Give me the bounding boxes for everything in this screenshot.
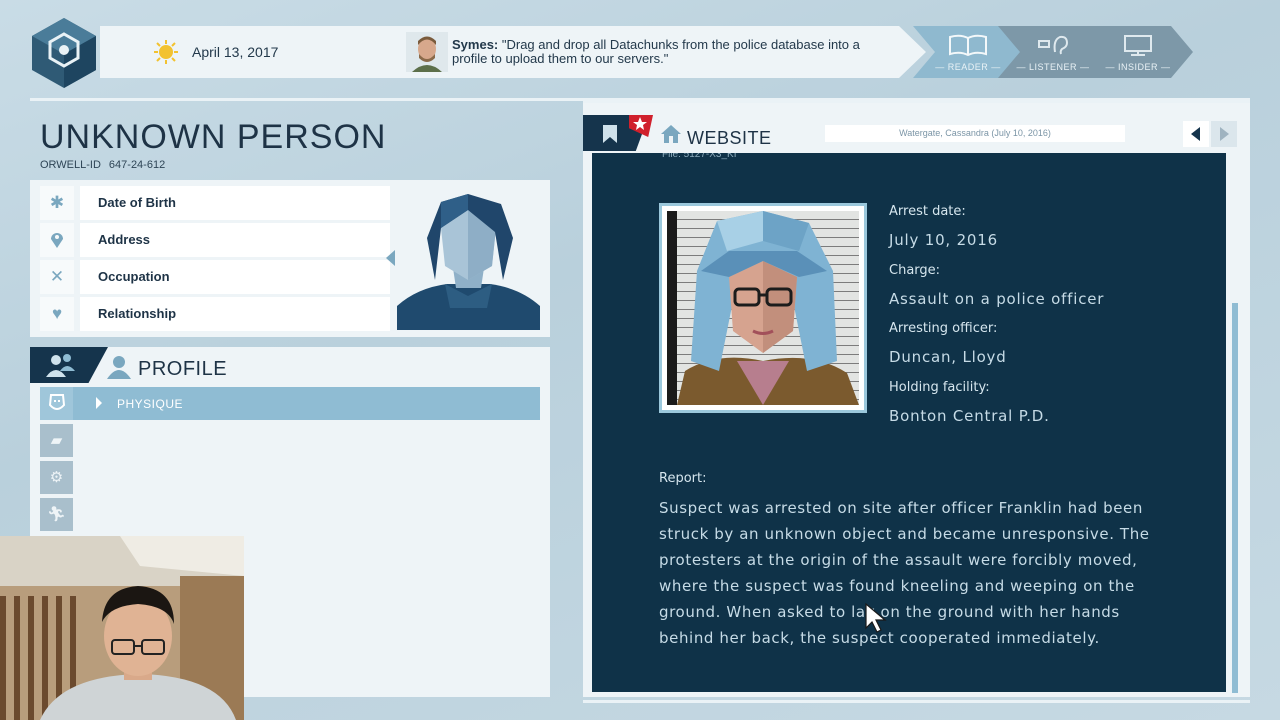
holding-facility-label: Holding facility:: [889, 380, 990, 395]
field-label: Relationship: [80, 297, 390, 331]
symes-avatar: [406, 32, 448, 72]
symes-message: Symes: "Drag and drop all Datachunks fro…: [452, 38, 892, 66]
website-panel: WEBSITE Watergate, Cassandra (July 10, 2…: [583, 103, 1250, 697]
orwell-id: ORWELL-ID 647-24-612: [40, 159, 165, 171]
website-title: WEBSITE: [687, 128, 772, 148]
report-line: struck by an unknown object and became u…: [659, 525, 1150, 543]
mugshot-photo[interactable]: [659, 203, 867, 413]
field-occupation[interactable]: ✕ Occupation: [40, 260, 390, 294]
report-line: protesters at the origin of the assault …: [659, 551, 1138, 569]
report-line: where the suspect was found kneeling and…: [659, 577, 1135, 595]
book-category-icon[interactable]: ▰: [40, 424, 73, 457]
message-text: "Drag and drop all Datachunks from the p…: [452, 37, 860, 66]
forward-arrow-icon: [1220, 127, 1229, 141]
map-pin-icon: [40, 223, 74, 257]
report-line: behind her back, the suspect cooperated …: [659, 629, 1100, 647]
divider: [583, 700, 1250, 703]
field-date-of-birth[interactable]: ✱ Date of Birth: [40, 186, 390, 220]
arrest-date-label: Arrest date:: [889, 204, 966, 219]
report-line: Suspect was arrested on site after offic…: [659, 499, 1143, 517]
back-button[interactable]: [1183, 121, 1209, 147]
person-name: UNKNOWN PERSON: [40, 118, 387, 156]
book-icon: [913, 34, 1023, 61]
arresting-officer-label: Arresting officer:: [889, 321, 998, 336]
field-address[interactable]: Address: [40, 223, 390, 257]
message-segment: Symes: "Drag and drop all Datachunks fro…: [386, 26, 926, 78]
mouse-cursor-icon: [864, 602, 890, 634]
report-text[interactable]: Suspect was arrested on site after offic…: [659, 495, 1179, 651]
profile-tab[interactable]: [30, 347, 108, 383]
message-speaker: Symes:: [452, 37, 499, 52]
asterisk-icon: ✱: [40, 186, 74, 220]
face-icon: [40, 387, 73, 420]
back-arrow-icon: [1191, 127, 1200, 141]
field-label: Date of Birth: [80, 186, 390, 220]
charge-label: Charge:: [889, 263, 941, 278]
police-record-document[interactable]: File: 5127-X3_KI Arrest date: July 10, 2…: [592, 153, 1226, 692]
charge-value: Assault on a police officer: [889, 290, 1105, 308]
file-id: File: 5127-X3_KI: [662, 153, 737, 160]
document-scrollbar[interactable]: [1232, 303, 1238, 693]
person-header: UNKNOWN PERSON ORWELL-ID 647-24-612: [30, 104, 550, 178]
webcam-overlay: [0, 536, 244, 720]
holding-facility-value: Bonton Central P.D.: [889, 407, 1050, 425]
profile-title: PROFILE: [138, 358, 228, 380]
field-label: Occupation: [80, 260, 390, 294]
report-line: ground. When asked to lay on the ground …: [659, 603, 1120, 621]
person-portrait[interactable]: [397, 188, 540, 330]
running-category-icon[interactable]: 🏃︎: [40, 498, 73, 531]
orwell-id-value: 647-24-612: [108, 159, 166, 171]
arrest-date-value: July 10, 2016: [889, 231, 998, 249]
tools-icon: ✕: [40, 260, 74, 294]
report-label: Report:: [659, 471, 707, 486]
top-bar: April 13, 2017 Symes: "Drag and drop all…: [88, 26, 1198, 78]
forward-button[interactable]: [1211, 121, 1237, 147]
expand-arrow-icon: [96, 397, 102, 409]
physique-category[interactable]: PHYSIQUE: [40, 387, 540, 420]
insider-mode-label: — INSIDER —: [1105, 62, 1171, 72]
current-date: April 13, 2017: [192, 44, 279, 60]
sun-icon: [154, 40, 178, 69]
heart-icon: ♥: [40, 297, 74, 331]
orwell-id-label: ORWELL-ID: [40, 159, 101, 171]
field-relationship[interactable]: ♥ Relationship: [40, 297, 390, 331]
pointer-arrow-icon: [386, 250, 395, 266]
physique-label: PHYSIQUE: [117, 397, 184, 411]
field-label: Address: [80, 223, 390, 257]
url-bar[interactable]: Watergate, Cassandra (July 10, 2016): [825, 125, 1125, 142]
arresting-officer-value: Duncan, Lloyd: [889, 348, 1007, 366]
gears-category-icon[interactable]: ⚙: [40, 461, 73, 494]
